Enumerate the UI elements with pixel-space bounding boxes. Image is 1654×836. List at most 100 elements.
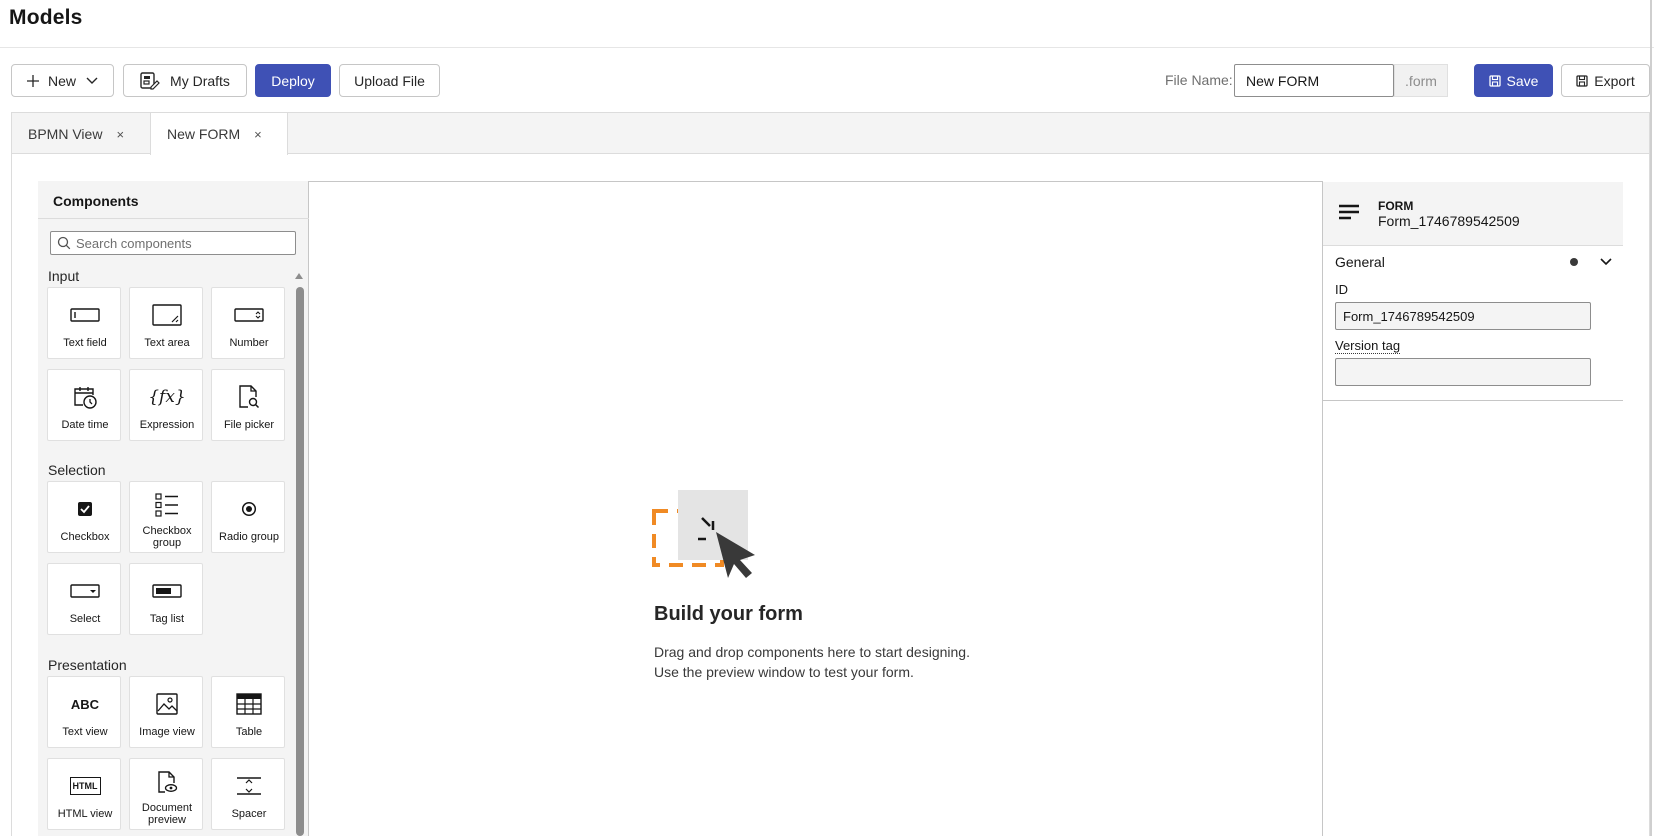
image-icon: [130, 691, 204, 717]
empty-state-title: Build your form: [654, 603, 803, 625]
filepicker-icon: [212, 384, 286, 410]
component-spacer[interactable]: Spacer: [211, 758, 285, 830]
expression-icon: {fx}: [130, 384, 204, 410]
component-radio-group[interactable]: Radio group: [211, 481, 285, 553]
html-glyph: HTML: [69, 777, 101, 795]
export-label: Export: [1594, 72, 1635, 89]
html-icon: HTML: [48, 773, 122, 799]
form-canvas[interactable]: [310, 182, 1322, 836]
component-label: Text view: [62, 726, 108, 738]
component-label: Tag list: [149, 613, 185, 625]
file-name-input[interactable]: [1234, 64, 1394, 97]
my-drafts-button[interactable]: My Drafts: [123, 64, 247, 97]
spacer-icon: [212, 773, 286, 799]
component-label: Checkbox group: [142, 525, 192, 549]
abc-glyph: ABC: [70, 696, 100, 712]
radio-icon: [212, 496, 286, 522]
component-html-view[interactable]: HTML HTML view: [47, 758, 121, 830]
form-type-icon: [1339, 204, 1359, 220]
upload-file-button[interactable]: Upload File: [339, 64, 440, 97]
changed-indicator-dot: [1570, 258, 1578, 266]
new-button-label: New: [47, 72, 76, 89]
component-label: Select: [69, 613, 101, 625]
checkbox-icon: [48, 496, 122, 522]
scrollbar-thumb[interactable]: [296, 287, 304, 836]
component-checkbox[interactable]: Checkbox: [47, 481, 121, 553]
component-label: Document preview: [141, 802, 193, 826]
page-title: Models: [9, 6, 83, 29]
table-icon: [212, 691, 286, 717]
component-label: Spacer: [231, 808, 267, 820]
number-icon: [212, 302, 286, 328]
component-label: Radio group: [219, 531, 279, 543]
expression-glyph: {fx}: [148, 387, 186, 407]
component-label: Number: [229, 337, 269, 349]
component-label: File picker: [223, 419, 275, 431]
close-icon[interactable]: ×: [116, 127, 124, 142]
save-button[interactable]: Save: [1474, 64, 1553, 97]
component-text-view[interactable]: ABC Text view: [47, 676, 121, 748]
new-button[interactable]: New: [11, 64, 114, 97]
component-tag-list[interactable]: Tag list: [129, 563, 203, 635]
save-icon: [1488, 74, 1501, 87]
export-button[interactable]: Export: [1561, 64, 1650, 97]
deploy-button[interactable]: Deploy: [255, 64, 331, 97]
file-name-label: File Name:: [1165, 72, 1233, 88]
general-group-label: General: [1335, 254, 1385, 270]
tab-new-form[interactable]: New FORM ×: [150, 113, 288, 155]
close-icon[interactable]: ×: [254, 127, 262, 142]
component-text-field[interactable]: Text field: [47, 287, 121, 359]
palette-title: Components: [38, 181, 309, 219]
component-select[interactable]: Select: [47, 563, 121, 635]
tab-bpmn-view[interactable]: BPMN View ×: [12, 113, 150, 155]
chevron-down-icon[interactable]: [1600, 258, 1612, 266]
taglist-icon: [130, 578, 204, 604]
version-tag-input[interactable]: [1335, 358, 1591, 386]
group-label-presentation: Presentation: [48, 657, 127, 673]
window-scrollbar[interactable]: [1650, 0, 1652, 836]
group-label-input: Input: [48, 268, 80, 284]
search-icon: [57, 236, 71, 255]
component-label: Text field: [63, 337, 107, 349]
group-label-selection: Selection: [48, 462, 106, 478]
scroll-up-arrow[interactable]: [295, 273, 303, 279]
drag-drop-illustration: [652, 490, 755, 578]
empty-state-text: Use the preview window to test your form…: [654, 664, 914, 680]
search-components-field[interactable]: [50, 231, 296, 255]
component-text-area[interactable]: Text area: [129, 287, 203, 359]
component-date-time[interactable]: Date time: [47, 369, 121, 441]
component-label: HTML view: [57, 808, 113, 820]
properties-divider: [1323, 400, 1623, 401]
search-input[interactable]: [76, 234, 286, 252]
text-abc-icon: ABC: [48, 691, 122, 717]
element-type-label: FORM: [1378, 199, 1414, 213]
empty-state-text: Drag and drop components here to start d…: [654, 644, 970, 660]
properties-panel: [1322, 181, 1623, 836]
chevron-down-icon: [86, 77, 98, 85]
version-tag-label: Version tag: [1335, 338, 1401, 354]
id-label: ID: [1335, 282, 1348, 297]
title-divider: [0, 47, 1654, 48]
export-icon: [1576, 74, 1588, 87]
my-drafts-label: My Drafts: [170, 72, 230, 89]
file-extension: .form: [1394, 64, 1448, 97]
component-number[interactable]: Number: [211, 287, 285, 359]
save-label: Save: [1506, 72, 1539, 89]
component-expression[interactable]: {fx} Expression: [129, 369, 203, 441]
datetime-icon: [48, 384, 122, 410]
component-label: Date time: [61, 419, 109, 431]
component-label: Checkbox: [60, 531, 110, 543]
id-input[interactable]: [1335, 302, 1591, 330]
tab-label: BPMN View: [28, 126, 103, 142]
component-label: Text area: [144, 337, 190, 349]
component-checkbox-group[interactable]: Checkbox group: [129, 481, 203, 553]
component-file-picker[interactable]: File picker: [211, 369, 285, 441]
plus-icon: [26, 74, 39, 87]
component-label: Table: [235, 726, 263, 738]
component-table[interactable]: Table: [211, 676, 285, 748]
component-document-preview[interactable]: Document preview: [129, 758, 203, 830]
component-image-view[interactable]: Image view: [129, 676, 203, 748]
select-icon: [48, 578, 122, 604]
component-label: Expression: [139, 419, 195, 431]
tab-label: New FORM: [167, 126, 241, 142]
